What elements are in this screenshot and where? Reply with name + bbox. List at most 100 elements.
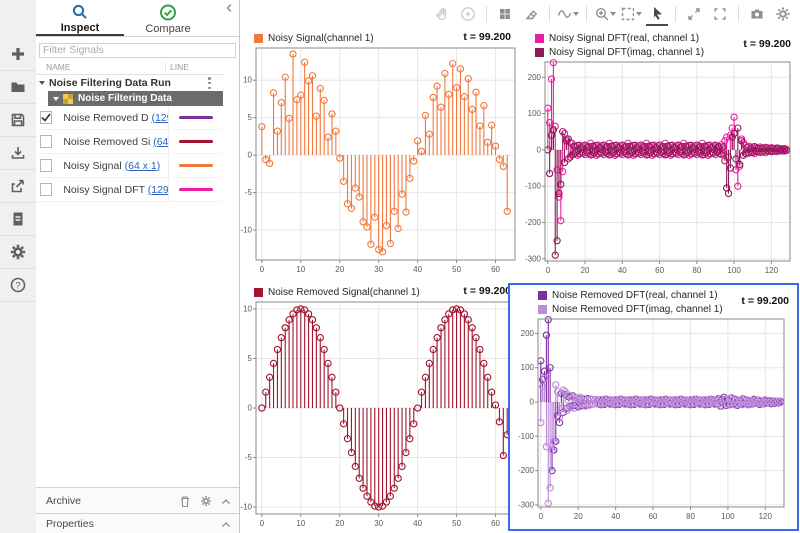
fullscreen-button[interactable] <box>709 3 731 25</box>
chevron-up-icon[interactable] <box>221 521 231 528</box>
chevron-down-icon <box>573 12 579 16</box>
play-circle-icon <box>461 7 475 21</box>
chevron-up-icon[interactable] <box>221 498 231 505</box>
svg-text:100: 100 <box>727 266 741 275</box>
column-name: NAME <box>36 62 166 72</box>
subplot-noise-removed-signal[interactable]: Noise Removed Signal(channel 1) t = 99.2… <box>240 282 519 533</box>
svg-text:80: 80 <box>686 512 695 521</box>
signal-dims-link[interactable]: (64 x 1) <box>125 160 161 172</box>
svg-text:100: 100 <box>528 109 542 118</box>
legend-label: Noise Removed DFT(real, channel 1) <box>552 289 718 301</box>
run-menu-kebab-icon[interactable] <box>208 77 211 89</box>
settings-button[interactable] <box>0 236 36 269</box>
stem-plot-canvas[interactable]: 0 20 40 60 80 100 120 -300 -200 -100 0 100 200 <box>521 59 799 279</box>
stem-plot-canvas[interactable]: 0 20 40 60 80 100 120 -300 -200 -100 0 100 200 <box>510 316 793 525</box>
export-button[interactable] <box>0 170 36 203</box>
tab-compare-label: Compare <box>145 23 191 35</box>
signal-dims-link[interactable]: (64 x 1) <box>153 136 168 148</box>
svg-text:20: 20 <box>335 265 344 274</box>
simulation-data-inspector-window: { "glyphs": {"help": "?"}, "rail_icons":… <box>0 0 800 533</box>
report-button[interactable] <box>0 203 36 236</box>
legend-label: Noise Removed DFT(imag, channel 1) <box>552 303 723 315</box>
signal-line-swatch <box>179 140 214 143</box>
expand-triangle-icon[interactable] <box>39 81 45 85</box>
legend-swatch <box>535 47 544 57</box>
properties-section-header[interactable]: Properties <box>36 513 239 533</box>
subplot-noisy-signal-dft[interactable]: Noisy Signal DFT(real, channel 1) Noisy … <box>521 28 799 280</box>
signal-line-swatch <box>179 188 214 191</box>
stem-plot-canvas[interactable]: 0 10 20 30 40 50 60 -10 -5 0 5 10 <box>240 45 519 278</box>
signal-line-swatch <box>179 164 214 167</box>
collapse-panel-icon[interactable] <box>223 2 235 14</box>
add-button[interactable] <box>0 38 36 71</box>
signal-row[interactable]: Noise Removed Si (64 x 1) <box>36 130 223 154</box>
plot-area: Noisy Signal(channel 1) t = 99.200 0 10 20… <box>240 0 800 533</box>
eraser-icon <box>525 10 538 20</box>
clear-plots-button[interactable] <box>520 3 542 25</box>
svg-text:50: 50 <box>452 519 461 528</box>
subplot-grid: Noisy Signal(channel 1) t = 99.200 0 10 20… <box>240 28 800 533</box>
open-folder-button[interactable] <box>0 71 36 104</box>
subplot-noise-removed-dft-selected[interactable]: Noise Removed DFT(real, channel 1) Noise… <box>508 283 799 531</box>
signal-name: Noisy Signal DFT <box>63 183 145 196</box>
signal-checkbox[interactable] <box>40 111 53 124</box>
gear-icon <box>10 244 26 260</box>
trash-icon[interactable] <box>179 495 191 508</box>
svg-text:30: 30 <box>374 519 383 528</box>
pointer-tool-button[interactable] <box>646 2 668 26</box>
svg-text:20: 20 <box>335 519 344 528</box>
check-circle-icon <box>160 4 176 21</box>
import-button[interactable] <box>0 137 36 170</box>
expand-triangle-icon[interactable] <box>53 96 59 101</box>
plus-icon <box>12 48 24 60</box>
legend-swatch <box>254 287 263 297</box>
gear-icon[interactable] <box>200 495 212 507</box>
signal-dims-link[interactable]: (129 x 1) <box>151 112 168 124</box>
filter-signals-input[interactable] <box>39 42 236 58</box>
run-row[interactable]: Noise Filtering Data Run <box>36 75 223 91</box>
layout-grid-icon <box>500 9 510 19</box>
save-button[interactable] <box>0 104 36 137</box>
legend-label: Noise Removed Signal(channel 1) <box>268 286 420 298</box>
zoom-in-button[interactable] <box>594 3 616 25</box>
svg-text:-10: -10 <box>240 226 252 235</box>
tab-inspect-label: Inspect <box>60 22 100 34</box>
signal-browser-panel: Inspect Compare NAME LINE Noise Filterin… <box>36 0 240 533</box>
signal-dims-link[interactable]: (129 x 1) <box>148 184 169 196</box>
svg-text:100: 100 <box>521 363 535 372</box>
plot-settings-button[interactable] <box>772 3 794 25</box>
subplot-layout-button[interactable] <box>494 3 516 25</box>
signal-checkbox[interactable] <box>40 183 53 196</box>
camera-icon <box>751 9 763 19</box>
stem-plot-canvas[interactable]: 0 10 20 30 40 50 60 -10 -5 0 5 10 <box>240 299 519 532</box>
svg-text:-200: -200 <box>518 466 535 475</box>
signal-trace-button[interactable] <box>557 3 579 25</box>
help-button[interactable]: ? <box>0 269 36 302</box>
archive-section-header[interactable]: Archive <box>36 487 239 514</box>
table-header: NAME LINE <box>36 60 223 75</box>
fit-to-view-button[interactable] <box>620 3 642 25</box>
svg-text:80: 80 <box>692 266 701 275</box>
snapshot-button[interactable] <box>746 3 768 25</box>
svg-text:-10: -10 <box>240 503 252 512</box>
signal-checkbox[interactable] <box>40 135 53 148</box>
subplot-noisy-signal[interactable]: Noisy Signal(channel 1) t = 99.200 0 10 20… <box>240 28 519 280</box>
signal-row[interactable]: Noisy Signal DFT (129 x 1) <box>36 178 223 202</box>
legend: Noise Removed Signal(channel 1) t = 99.2… <box>240 282 519 299</box>
pan-zoom-button[interactable] <box>683 3 705 25</box>
search-icon <box>72 4 87 19</box>
cursor-time-value: t = 99.200 <box>463 284 511 297</box>
folder-icon <box>11 82 25 92</box>
tab-inspect[interactable]: Inspect <box>36 0 124 36</box>
signal-row[interactable]: Noisy Signal (64 x 1) <box>36 154 223 178</box>
svg-text:0: 0 <box>539 512 544 521</box>
svg-text:5: 5 <box>248 113 253 122</box>
svg-text:50: 50 <box>452 265 461 274</box>
svg-text:10: 10 <box>296 519 305 528</box>
pan-hand-button[interactable] <box>431 3 453 25</box>
signal-checkbox[interactable] <box>40 159 53 172</box>
tab-compare[interactable]: Compare <box>124 0 212 36</box>
run-playback-button[interactable] <box>457 3 479 25</box>
signal-row[interactable]: Noise Removed D (129 x 1) <box>36 106 223 130</box>
signal-group-row[interactable]: Noise Filtering Data <box>48 91 223 106</box>
